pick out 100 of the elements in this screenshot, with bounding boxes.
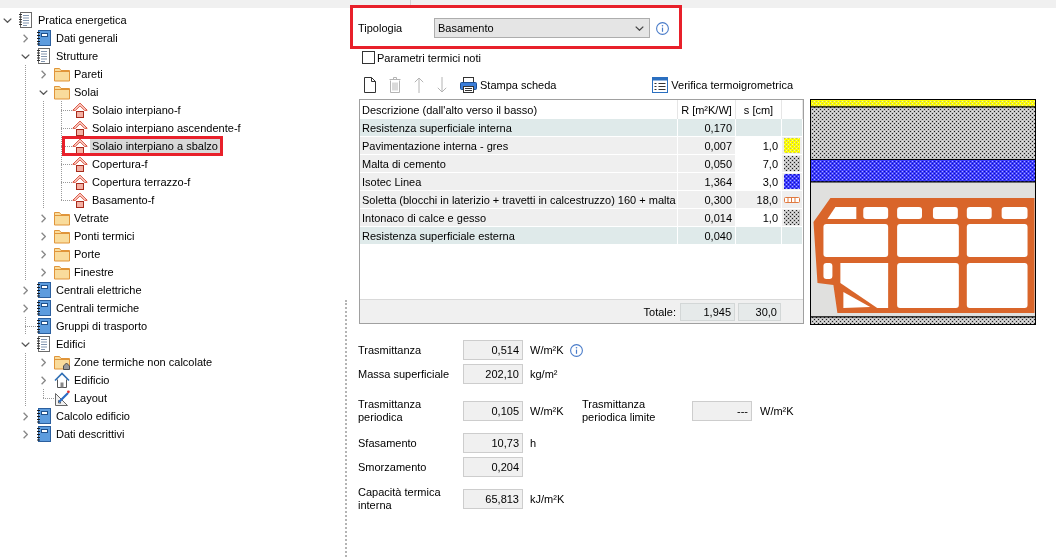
- roof-icon: [72, 102, 88, 118]
- folder-icon: [54, 84, 70, 100]
- tree-item[interactable]: Finestre: [72, 265, 116, 279]
- folder-icon: [54, 246, 70, 262]
- output-field: 202,10: [463, 364, 523, 384]
- tree-item[interactable]: Ponti termici: [72, 229, 137, 243]
- tree-item[interactable]: Pratica energetica: [36, 13, 129, 27]
- table-cell: Pavimentazione interna - gres: [360, 137, 678, 155]
- chevron-right-icon[interactable]: [22, 33, 28, 43]
- verify-button[interactable]: Verifica termoigrometrica: [652, 77, 793, 93]
- roof-icon: [72, 138, 88, 154]
- unit-label: kJ/m²K: [530, 493, 565, 505]
- tree-item[interactable]: Edificio: [72, 373, 112, 387]
- chevron-right-icon[interactable]: [40, 267, 46, 277]
- folder-icon: [54, 210, 70, 226]
- tree-item[interactable]: Copertura-f: [90, 157, 150, 171]
- output-field: 65,813: [463, 489, 523, 509]
- chevron-right-icon[interactable]: [40, 231, 46, 241]
- tree-item[interactable]: Copertura terrazzo-f: [90, 175, 193, 189]
- unit-label: W/m²K: [530, 344, 564, 356]
- tree-item[interactable]: Edifici: [54, 337, 88, 351]
- table-cell: Malta di cemento: [360, 155, 678, 173]
- chevron-right-icon[interactable]: [40, 249, 46, 259]
- tree-item[interactable]: Centrali termiche: [54, 301, 142, 315]
- field-label: Tipologia: [358, 22, 404, 34]
- printer-icon: [460, 77, 477, 93]
- chevron-down-icon[interactable]: [2, 17, 12, 23]
- info-icon[interactable]: [656, 21, 669, 35]
- tree-item[interactable]: Dati generali: [54, 31, 120, 45]
- roof-icon: [72, 120, 88, 136]
- chevron-right-icon[interactable]: [40, 69, 46, 79]
- table-cell: Resistenza superficiale esterna: [360, 227, 678, 245]
- chevron-right-icon[interactable]: [40, 357, 46, 367]
- tree-item[interactable]: Calcolo edificio: [54, 409, 132, 423]
- field-label: Capacità termica interna: [358, 486, 442, 512]
- tree-item[interactable]: Solaio interpiano-f: [90, 103, 183, 117]
- roof-icon: [72, 192, 88, 208]
- unit-label: h: [530, 437, 537, 449]
- field-label: Massa superficiale: [358, 367, 451, 381]
- field-label: Trasmittanza periodica limite: [582, 398, 657, 424]
- tree-item[interactable]: Solai: [72, 85, 101, 99]
- notebook-icon: [36, 30, 52, 46]
- total-field: 30,0: [738, 302, 781, 321]
- table-cell: 0,040: [678, 227, 736, 245]
- table-cell: 0,014: [678, 209, 736, 227]
- tree-item[interactable]: Solaio interpiano a sbalzo: [90, 139, 220, 153]
- field-label: Trasmittanza periodica: [358, 398, 423, 424]
- tree-item[interactable]: Porte: [72, 247, 103, 261]
- chevron-right-icon[interactable]: [40, 213, 46, 223]
- output-field: 0,204: [463, 457, 523, 477]
- unit-label: kg/m²: [530, 368, 558, 380]
- total-field: 1,945: [680, 302, 735, 321]
- table-cell: 0,050: [678, 155, 736, 173]
- list-window-icon: [652, 77, 669, 93]
- chevron-right-icon[interactable]: [22, 285, 28, 295]
- roof-icon: [72, 174, 88, 190]
- notebook-icon: [36, 408, 52, 424]
- tree-item[interactable]: Strutture: [54, 49, 101, 63]
- folder-house-icon: [54, 354, 70, 370]
- new-document-icon[interactable]: [364, 77, 376, 93]
- chevron-right-icon[interactable]: [22, 429, 28, 439]
- tree-item[interactable]: Solaio interpiano ascendente-f: [90, 121, 243, 135]
- folder-icon: [54, 66, 70, 82]
- folder-icon: [54, 264, 70, 280]
- notebook-icon: [36, 318, 52, 334]
- table-cell: 0,170: [678, 119, 736, 137]
- dropdown[interactable]: Basamento: [434, 18, 650, 38]
- tree-item[interactable]: Gruppi di trasporto: [54, 319, 150, 333]
- tree-item[interactable]: Basamento-f: [90, 193, 157, 207]
- table-cell: Isotec Linea: [360, 173, 678, 191]
- total-label: Totale:: [642, 305, 677, 318]
- table-cell: [736, 119, 782, 137]
- notebook-icon: [36, 426, 52, 442]
- tree-item[interactable]: Vetrate: [72, 211, 111, 225]
- chevron-right-icon[interactable]: [22, 411, 28, 421]
- tree-item[interactable]: Pareti: [72, 67, 105, 81]
- notebook-icon: [36, 300, 52, 316]
- house-icon: [54, 372, 70, 388]
- chevron-down-icon[interactable]: [20, 53, 30, 59]
- tree-item[interactable]: Dati descrittivi: [54, 427, 127, 441]
- field-label: Smorzamento: [358, 460, 428, 474]
- chevron-down-icon: [635, 25, 644, 31]
- tree-item[interactable]: Centrali elettriche: [54, 283, 144, 297]
- checkbox[interactable]: [362, 51, 375, 64]
- info-icon[interactable]: [569, 343, 583, 357]
- chevron-right-icon[interactable]: [40, 375, 46, 385]
- chevron-down-icon[interactable]: [20, 341, 30, 347]
- print-button[interactable]: Stampa scheda: [460, 77, 557, 93]
- tree-item[interactable]: Layout: [72, 391, 110, 405]
- folder-icon: [54, 228, 70, 244]
- table-cell: 0,300: [678, 191, 736, 209]
- checkbox-label: Parametri termici noti: [377, 51, 481, 64]
- unit-label: W/m²K: [760, 405, 794, 417]
- output-field: 10,73: [463, 433, 523, 453]
- table-cell: Intonaco di calce e gesso: [360, 209, 678, 227]
- tree-item[interactable]: Zone termiche non calcolate: [72, 355, 215, 369]
- table-cell: [736, 227, 782, 245]
- table-cell: Soletta (blocchi in laterizio + travetti in calcestruzzo) 160 + malta: [360, 191, 678, 209]
- chevron-right-icon[interactable]: [22, 303, 28, 313]
- chevron-down-icon[interactable]: [38, 89, 48, 95]
